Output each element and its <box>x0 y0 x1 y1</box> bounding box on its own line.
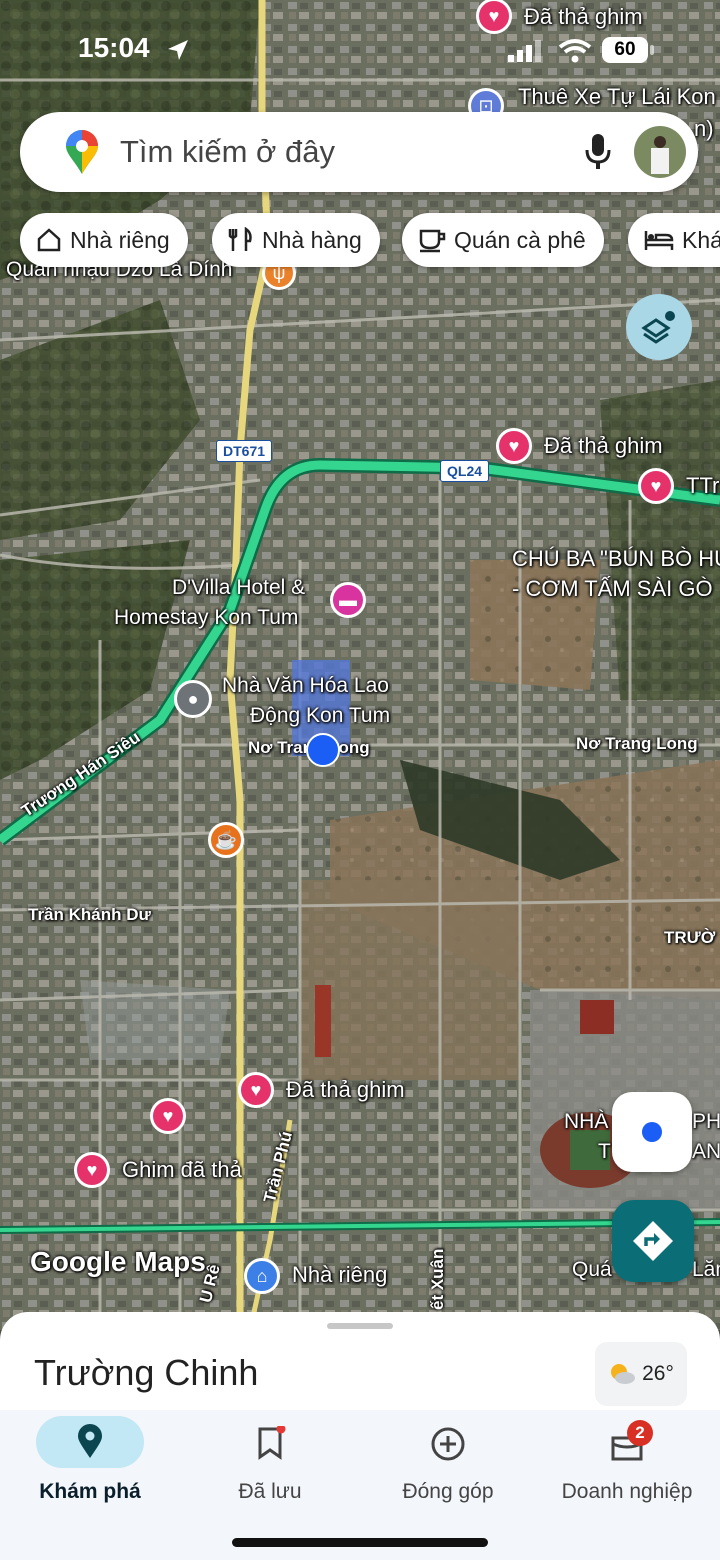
cellular-signal-icon <box>508 40 541 62</box>
place-label-car-rental-line2: n) <box>694 116 714 141</box>
place-label-ttr: TTr <box>686 473 720 498</box>
nav-contribute-label: Đóng góp <box>402 1480 494 1503</box>
heart-pin-icon[interactable]: ♥ <box>238 1072 274 1108</box>
road-label-truong: TRƯỜ <box>664 928 716 947</box>
battery-tip <box>650 45 654 55</box>
avatar[interactable] <box>634 126 686 178</box>
search-input[interactable]: Tìm kiếm ở đây <box>120 134 335 170</box>
home-indicator[interactable] <box>232 1538 488 1547</box>
road-shield-ql24: QL24 <box>440 460 490 482</box>
place-label-stadium-1: NHÀ <box>564 1110 609 1133</box>
nav-saved-label: Đã lưu <box>238 1480 302 1503</box>
nav-contribute[interactable]: Đóng góp <box>358 1410 538 1530</box>
chip-coffee[interactable]: Quán cà phê <box>402 213 604 267</box>
nav-business-label: Doanh nghiệp <box>561 1480 693 1503</box>
place-title: Trường Chinh <box>34 1352 259 1393</box>
heart-pin-icon[interactable]: ♥ <box>638 468 674 504</box>
chip-home[interactable]: Nhà riêng <box>20 213 188 267</box>
chip-home-label: Nhà riêng <box>70 226 170 253</box>
road-shield-dt671: DT671 <box>216 440 273 462</box>
road-label-tran-khanh-du: Trần Khánh Dư <box>28 905 151 924</box>
chip-restaurant[interactable]: Nhà hàng <box>212 213 380 267</box>
hotel-icon <box>644 231 674 250</box>
home-pin-icon[interactable]: ⌂ <box>244 1258 280 1294</box>
search-bar[interactable]: Tìm kiếm ở đây <box>20 112 698 192</box>
battery-indicator: 60 <box>602 37 648 63</box>
place-label-culture-line2: Động Kon Tum <box>250 704 391 727</box>
current-location-dot <box>306 733 340 767</box>
chip-restaurant-label: Nhà hàng <box>262 226 362 253</box>
sheet-drag-handle[interactable] <box>327 1323 393 1329</box>
bookmark-icon <box>258 1426 286 1460</box>
wifi-icon <box>558 39 592 63</box>
place-label-restaurant-line2: - CƠM TẤM SÀI GÒ <box>512 576 713 601</box>
restaurant-icon <box>228 227 252 251</box>
chip-coffee-label: Quán cà phê <box>454 226 586 253</box>
chip-hotel-label: Khá <box>682 226 720 253</box>
explore-pin-icon <box>78 1424 102 1458</box>
place-label-stadium-3: T <box>598 1140 611 1163</box>
home-icon <box>37 228 61 252</box>
heart-pin-icon[interactable]: ♥ <box>150 1098 186 1134</box>
place-label-restaurant-line1: CHÚ BA "BÚN BÒ HU <box>512 546 720 571</box>
status-bar: 15:04 60 <box>0 0 720 96</box>
my-location-button[interactable] <box>612 1092 692 1172</box>
directions-button[interactable] <box>612 1200 694 1282</box>
place-label-home: Nhà riêng <box>292 1262 388 1287</box>
my-location-icon <box>642 1122 662 1142</box>
status-time: 15:04 <box>78 32 150 63</box>
place-label-pinned-3: Ghim đã thả <box>122 1157 242 1182</box>
heart-pin-icon[interactable]: ♥ <box>74 1152 110 1188</box>
nav-explore[interactable]: Khám phá <box>0 1410 180 1530</box>
weather-chip[interactable]: 26° <box>595 1342 687 1406</box>
place-label-lat: Lăn <box>692 1258 720 1281</box>
directions-icon <box>633 1221 673 1261</box>
layers-button[interactable] <box>626 294 692 360</box>
place-label-hotel-line1: D'Villa Hotel & <box>172 576 306 599</box>
weather-temperature: 26° <box>642 1362 674 1385</box>
road-label-xuan: ết Xuân <box>428 1248 447 1310</box>
place-label-hotel-line2: Homestay Kon Tum <box>114 606 299 629</box>
place-label-stadium-4: AN <box>692 1140 720 1163</box>
heart-pin-icon[interactable]: ♥ <box>496 428 532 464</box>
nav-explore-label: Khám phá <box>39 1480 141 1503</box>
hotel-pin-icon[interactable]: ▬ <box>330 582 366 618</box>
place-label-pinned-2: Đã thả ghim <box>286 1077 405 1102</box>
coffee-pin-icon[interactable]: ☕ <box>208 822 244 858</box>
notification-badge: 2 <box>627 1420 653 1446</box>
add-circle-icon <box>431 1427 465 1461</box>
landmark-pin-icon[interactable]: ● <box>174 680 212 718</box>
google-maps-watermark: Google Maps <box>30 1246 206 1277</box>
place-label-qua: Quá <box>572 1258 612 1281</box>
nav-saved[interactable]: Đã lưu <box>180 1410 360 1530</box>
place-label-stadium-2: PHO <box>692 1110 720 1133</box>
partly-cloudy-icon <box>611 1364 636 1384</box>
place-label-culture-line1: Nhà Văn Hóa Lao <box>222 674 389 697</box>
location-arrow-icon <box>168 40 188 60</box>
place-label-pinned-1: Đã thả ghim <box>544 433 663 458</box>
google-maps-logo-icon <box>66 130 98 174</box>
road-label-no-trang-long-east: Nơ Trang Long <box>576 734 698 753</box>
layers-icon <box>641 311 675 344</box>
coffee-icon <box>419 229 446 253</box>
nav-business[interactable]: 2 Doanh nghiệp <box>537 1410 717 1530</box>
chip-hotel[interactable]: Khá <box>628 213 720 267</box>
microphone-icon[interactable] <box>582 132 614 172</box>
